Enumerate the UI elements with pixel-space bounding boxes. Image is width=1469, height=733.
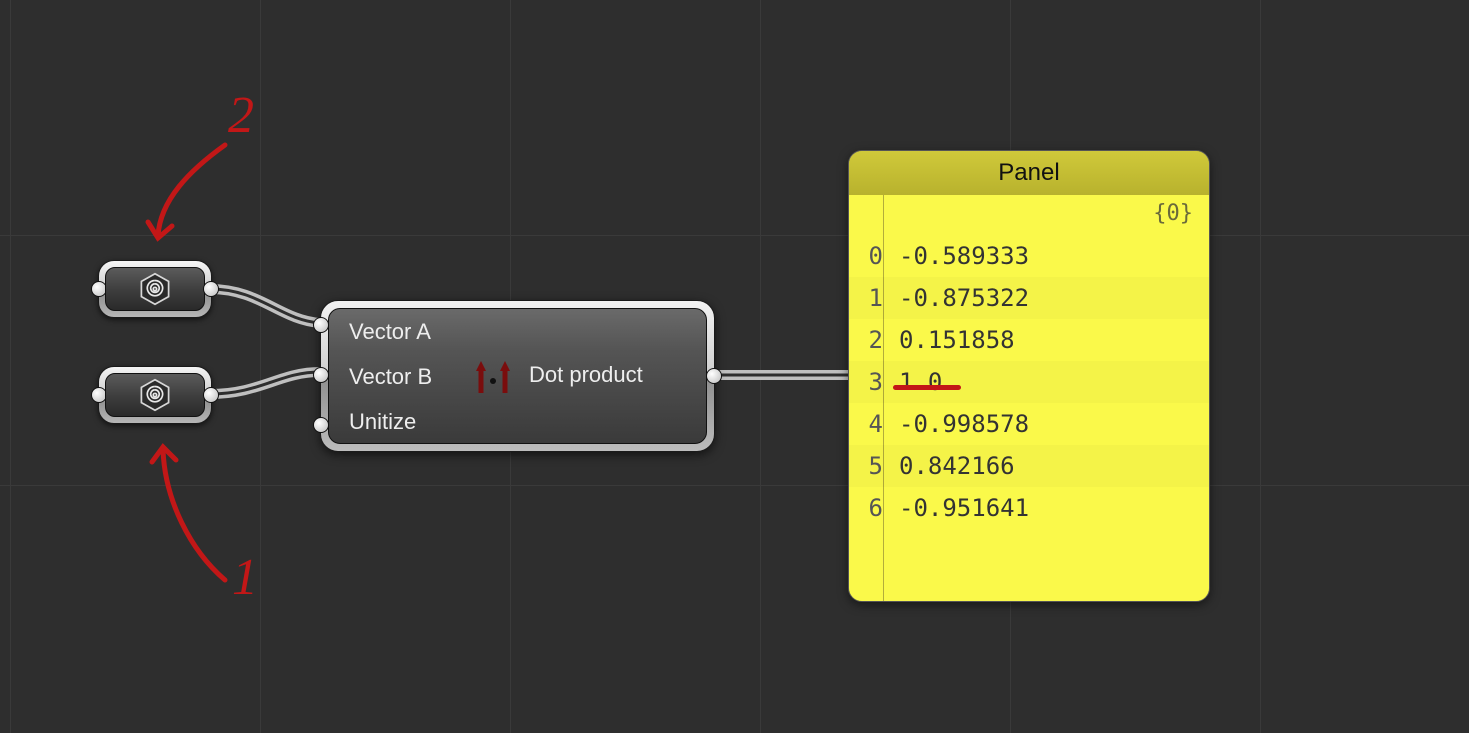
panel-body: {0} 0-0.589333 1-0.875322 20.151858 31.0…	[849, 195, 1209, 601]
input-port-vector-b[interactable]	[313, 367, 329, 383]
panel-row: 50.842166	[849, 445, 1209, 487]
panel-row: 4-0.998578	[849, 403, 1209, 445]
panel-rows: 0-0.589333 1-0.875322 20.151858 31.0 4-0…	[849, 235, 1209, 529]
canvas-grid	[0, 0, 1469, 733]
spiral-hex-icon	[138, 378, 172, 412]
panel-row: 31.0	[849, 361, 1209, 403]
input-port-unitize[interactable]	[313, 417, 329, 433]
component-body: Vector A Vector B Unitize Dot product	[328, 308, 707, 444]
panel-row: 20.151858	[849, 319, 1209, 361]
output-port-dot[interactable]	[706, 368, 722, 384]
annotation-label-1: 1	[232, 548, 258, 607]
spiral-hex-icon	[138, 272, 172, 306]
param-body	[105, 267, 205, 311]
panel-title: Panel	[849, 151, 1209, 196]
panel-component[interactable]: Panel {0} 0-0.589333 1-0.875322 20.15185…	[848, 150, 1210, 602]
dot-product-component[interactable]: Vector A Vector B Unitize Dot product	[320, 300, 715, 452]
grasshopper-canvas[interactable]: Vector A Vector B Unitize Dot product Pa…	[0, 0, 1469, 733]
input-port-vector-a[interactable]	[313, 317, 329, 333]
output-label: Dot product	[529, 362, 643, 388]
panel-path-header: {0}	[1153, 201, 1193, 226]
input-label-a: Vector A	[349, 319, 431, 345]
dot-product-icon	[469, 357, 517, 401]
annotation-label-2: 2	[228, 86, 254, 145]
param-node-a[interactable]	[98, 260, 212, 318]
input-label-b: Vector B	[349, 364, 432, 390]
param-body	[105, 373, 205, 417]
param-node-b[interactable]	[98, 366, 212, 424]
panel-row: 6-0.951641	[849, 487, 1209, 529]
input-label-unitize: Unitize	[349, 409, 416, 435]
panel-row: 0-0.589333	[849, 235, 1209, 277]
annotation-underline	[893, 385, 961, 390]
output-port[interactable]	[203, 281, 219, 297]
output-port[interactable]	[203, 387, 219, 403]
panel-row: 1-0.875322	[849, 277, 1209, 319]
